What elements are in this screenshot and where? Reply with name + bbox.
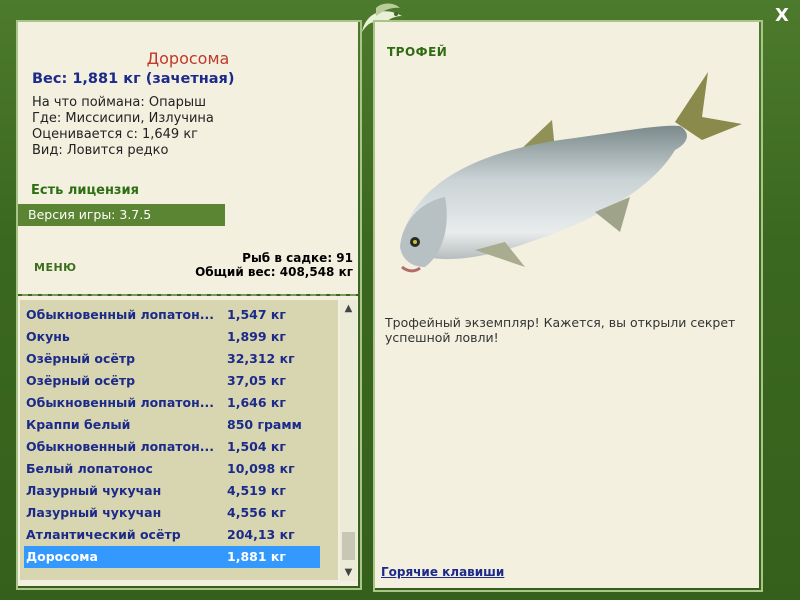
fish-kind: Вид: Ловится редко (32, 143, 169, 158)
fish-bait: На что поймана: Опарыш (32, 95, 206, 110)
close-button[interactable]: X (772, 6, 792, 26)
fish-rated: Оценивается с: 1,649 кг (32, 127, 199, 142)
list-item[interactable]: Атлантический осётр 204,13 кг (24, 524, 320, 546)
list-item-name: Белый лопатонос (26, 461, 153, 476)
list-item-name: Обыкновенный лопатон... (26, 395, 214, 410)
scroll-up-icon[interactable]: ▲ (340, 300, 357, 317)
fish-location: Где: Миссисипи, Излучина (32, 111, 214, 126)
catch-list-body: Обыкновенный лопатон... 1,547 кг Окунь 1,89… (20, 300, 338, 580)
fish-name: Доросома (146, 49, 230, 68)
list-item-name: Атлантический осётр (26, 527, 181, 542)
list-item-weight: 4,519 кг (227, 483, 286, 498)
fish-weight: Вес: 1,881 кг (зачетная) (32, 71, 235, 87)
menu-button[interactable]: МЕНЮ (34, 261, 77, 274)
list-item[interactable]: Обыкновенный лопатон... 1,646 кг (24, 392, 320, 414)
list-item-name: Лазурный чукучан (26, 505, 162, 520)
list-item[interactable]: Лазурный чукучан 4,519 кг (24, 480, 320, 502)
list-item-weight: 10,098 кг (227, 461, 295, 476)
list-item-weight: 37,05 кг (227, 373, 286, 388)
list-item[interactable]: Лазурный чукучан 4,556 кг (24, 502, 320, 524)
list-item[interactable]: Доросома 1,881 кг (24, 546, 320, 568)
list-item-name: Озёрный осётр (26, 351, 136, 366)
list-item-name: Окунь (26, 329, 70, 344)
scroll-thumb[interactable] (342, 532, 355, 560)
hotkeys-link[interactable]: Горячие клавиши (381, 565, 504, 579)
catch-list: Обыкновенный лопатон... 1,547 кг Окунь 1,89… (18, 296, 358, 586)
cage-count: Рыб в садке: 91 (242, 251, 353, 265)
scrollbar[interactable]: ▲ ▼ (340, 300, 357, 581)
fish-info-panel: Доросома Вес: 1,881 кг (зачетная) На что… (18, 22, 358, 294)
list-item[interactable]: Обыкновенный лопатон... 1,504 кг (24, 436, 320, 458)
list-item[interactable]: Краппи белый 850 грамм (24, 414, 320, 436)
cage-summary: Рыб в садке: 91 Общий вес: 408,548 кг (195, 251, 353, 279)
list-item-weight: 1,881 кг (227, 549, 286, 564)
game-version: Версия игры: 3.7.5 (18, 204, 225, 226)
trophy-label: ТРОФЕЙ (387, 45, 448, 59)
list-item-name: Обыкновенный лопатон... (26, 439, 214, 454)
cage-total-weight: Общий вес: 408,548 кг (195, 265, 353, 279)
trophy-panel: ТРОФЕЙ Трофейный экземпляр! Кажется, вы … (375, 22, 759, 588)
list-item-weight: 1,899 кг (227, 329, 286, 344)
list-item-weight: 1,504 кг (227, 439, 286, 454)
list-item[interactable]: Окунь 1,899 кг (24, 326, 320, 348)
list-item[interactable]: Белый лопатонос 10,098 кг (24, 458, 320, 480)
list-item-weight: 1,646 кг (227, 395, 286, 410)
license-status: Есть лицензия (31, 183, 139, 198)
scroll-down-icon[interactable]: ▼ (340, 564, 357, 581)
fish-image (400, 72, 742, 273)
trophy-message: Трофейный экземпляр! Кажется, вы открыли… (385, 315, 736, 345)
list-item-weight: 4,556 кг (227, 505, 286, 520)
list-item-weight: 204,13 кг (227, 527, 295, 542)
list-item-name: Озёрный осётр (26, 373, 136, 388)
list-item-weight: 850 грамм (227, 417, 302, 432)
list-item[interactable]: Озёрный осётр 32,312 кг (24, 348, 320, 370)
list-item-name: Обыкновенный лопатон... (26, 307, 214, 322)
list-item[interactable]: Озёрный осётр 37,05 кг (24, 370, 320, 392)
list-item-name: Лазурный чукучан (26, 483, 162, 498)
list-item-name: Краппи белый (26, 417, 131, 432)
list-item[interactable]: Обыкновенный лопатон... 1,547 кг (24, 304, 320, 326)
list-item-weight: 1,547 кг (227, 307, 286, 322)
list-item-weight: 32,312 кг (227, 351, 295, 366)
list-item-name: Доросома (26, 549, 98, 564)
